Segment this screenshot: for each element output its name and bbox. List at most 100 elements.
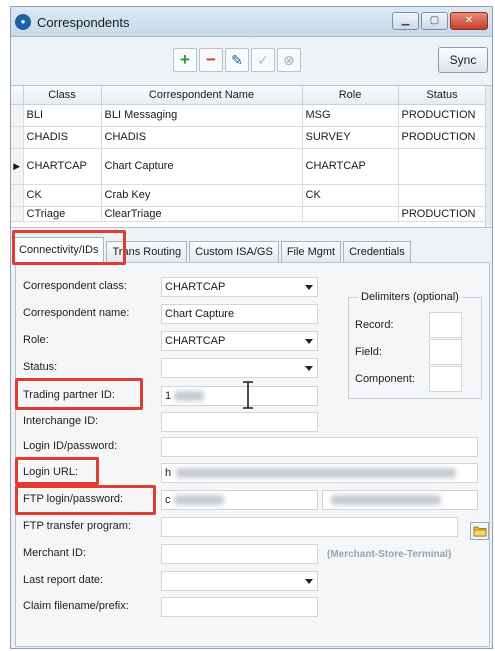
label-status: Status: <box>23 361 58 373</box>
role-value: CHARTCAP <box>165 335 226 347</box>
login-url-input[interactable]: h <box>161 463 478 483</box>
correspondent-class-select[interactable]: CHARTCAP <box>161 277 318 297</box>
text-cursor-icon <box>243 381 253 409</box>
column-header-class[interactable]: Class <box>23 86 102 105</box>
cell-role: CK <box>302 184 399 207</box>
login-id-password-input[interactable] <box>161 437 478 457</box>
label-field: Field: <box>355 346 382 358</box>
label-login-id-password: Login ID/password: <box>23 440 118 452</box>
maximize-button[interactable]: ▢ <box>421 12 448 30</box>
ftp-transfer-program-input[interactable] <box>161 517 458 537</box>
label-last-report-date: Last report date: <box>23 574 104 586</box>
row-indicator <box>11 104 24 127</box>
table-row[interactable]: BLI BLI Messaging MSG PRODUCTION <box>11 104 487 127</box>
tab-file-mgmt[interactable]: File Mgmt <box>280 241 342 263</box>
merchant-id-hint: (Merchant-Store-Terminal) <box>327 549 452 560</box>
login-url-value: h <box>165 467 172 479</box>
tab-custom-isa-gs[interactable]: Custom ISA/GS <box>189 241 279 263</box>
close-button[interactable]: ✕ <box>450 12 488 30</box>
row-indicator <box>11 184 24 207</box>
cell-role <box>302 206 399 222</box>
highlight-login-url <box>15 457 99 485</box>
highlight-ftp-login-password <box>15 485 156 515</box>
tab-credentials[interactable]: Credentials <box>343 241 411 263</box>
component-delimiter-input[interactable] <box>429 366 462 392</box>
table-row[interactable]: CK Crab Key CK <box>11 184 487 207</box>
interchange-id-input[interactable] <box>161 412 318 432</box>
ftp-login-value: c <box>165 494 171 506</box>
edit-icon[interactable]: ✎ <box>225 48 249 72</box>
cell-role: MSG <box>302 104 399 127</box>
column-header-status[interactable]: Status <box>398 86 487 105</box>
label-correspondent-class: Correspondent class: <box>23 280 127 292</box>
column-header-name[interactable]: Correspondent Name <box>101 86 303 105</box>
cell-class: CTriage <box>23 206 102 222</box>
chevron-down-icon <box>305 339 313 344</box>
correspondents-grid: Class Correspondent Name Role Status BLI… <box>11 85 492 228</box>
delimiters-title: Delimiters (optional) <box>358 291 462 303</box>
cell-status: PRODUCTION <box>398 126 487 149</box>
label-correspondent-name: Correspondent name: <box>23 307 130 319</box>
row-indicator: ▶ <box>11 148 24 185</box>
remove-icon[interactable]: − <box>199 48 223 72</box>
label-claim-filename-prefix: Claim filename/prefix: <box>23 600 129 612</box>
label-interchange-id: Interchange ID: <box>23 415 99 427</box>
redacted-blur <box>174 391 204 401</box>
correspondent-name-input[interactable]: Chart Capture <box>161 304 318 324</box>
window-title: Correspondents <box>37 15 130 30</box>
label-record: Record: <box>355 319 394 331</box>
sync-button[interactable]: Sync <box>438 47 488 73</box>
chevron-down-icon <box>305 366 313 371</box>
cell-class: CHARTCAP <box>23 148 102 185</box>
cell-name: BLI Messaging <box>101 104 303 127</box>
cell-name: Chart Capture <box>101 148 303 185</box>
label-component: Component: <box>355 373 415 385</box>
column-header-selector <box>11 86 24 105</box>
toolbar: + − ✎ ✓ ⊗ Sync <box>11 38 492 84</box>
minimize-button[interactable]: ▁ <box>392 12 419 30</box>
cell-class: CHADIS <box>23 126 102 149</box>
cell-name: ClearTriage <box>101 206 303 222</box>
redacted-blur <box>174 495 224 505</box>
cell-status: PRODUCTION <box>398 104 487 127</box>
cell-status: PRODUCTION <box>398 206 487 222</box>
table-row[interactable]: CTriage ClearTriage PRODUCTION <box>11 206 487 222</box>
column-header-role[interactable]: Role <box>302 86 399 105</box>
chevron-down-icon <box>305 285 313 290</box>
status-select[interactable] <box>161 358 318 378</box>
last-report-date-select[interactable] <box>161 571 318 591</box>
table-row[interactable]: CHADIS CHADIS SURVEY PRODUCTION <box>11 126 487 149</box>
field-delimiter-input[interactable] <box>429 339 462 365</box>
label-role: Role: <box>23 334 49 346</box>
table-row-selected[interactable]: ▶ CHARTCAP Chart Capture CHARTCAP <box>11 148 487 185</box>
cell-class: CK <box>23 184 102 207</box>
cell-role: CHARTCAP <box>302 148 399 185</box>
cell-status <box>398 148 487 185</box>
row-indicator <box>11 206 24 222</box>
trading-partner-id-input[interactable]: 1 <box>161 386 318 406</box>
trading-partner-id-value: 1 <box>165 390 172 402</box>
highlight-trading-partner-id <box>15 378 143 410</box>
title-bar: ● Correspondents ▁ ▢ ✕ <box>11 7 492 37</box>
redacted-blur <box>176 468 456 478</box>
role-select[interactable]: CHARTCAP <box>161 331 318 351</box>
grid-scrollbar[interactable] <box>485 86 492 227</box>
app-icon: ● <box>15 14 31 30</box>
highlight-connectivity-tab <box>12 230 126 265</box>
cancel-icon[interactable]: ⊗ <box>277 48 301 72</box>
folder-icon <box>473 526 487 537</box>
approve-icon[interactable]: ✓ <box>251 48 275 72</box>
row-indicator <box>11 126 24 149</box>
correspondents-window: ● Correspondents ▁ ▢ ✕ + − ✎ ✓ ⊗ Sync Cl… <box>10 6 493 649</box>
label-merchant-id: Merchant ID: <box>23 547 86 559</box>
ftp-login-input[interactable]: c <box>161 490 318 510</box>
redacted-blur <box>331 495 441 505</box>
claim-filename-prefix-input[interactable] <box>161 597 318 617</box>
browse-folder-button[interactable] <box>470 522 489 540</box>
cell-status <box>398 184 487 207</box>
merchant-id-input[interactable] <box>161 544 318 564</box>
ftp-password-input[interactable] <box>322 490 478 510</box>
chevron-down-icon <box>305 579 313 584</box>
record-delimiter-input[interactable] <box>429 312 462 338</box>
add-icon[interactable]: + <box>173 48 197 72</box>
